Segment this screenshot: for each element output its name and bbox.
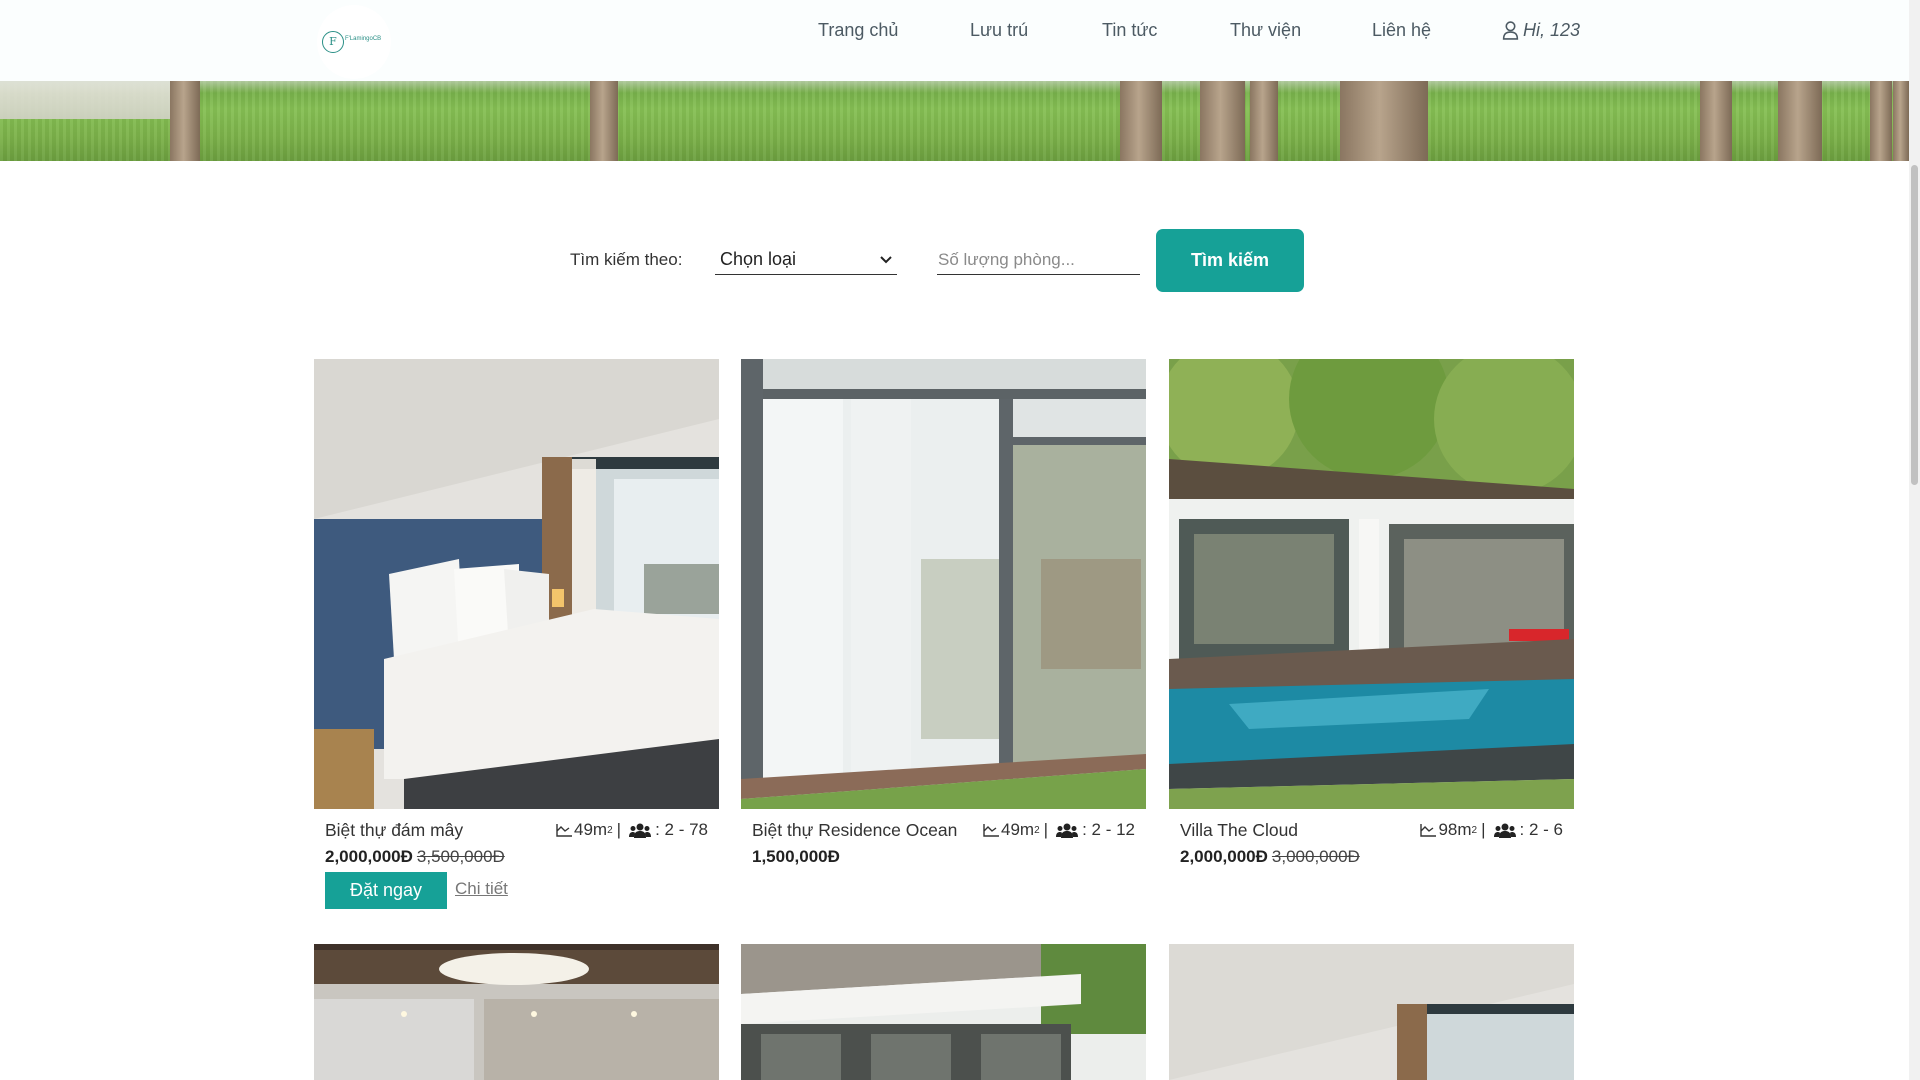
chevron-down-icon xyxy=(880,255,892,263)
room-card: Biệt thự Residence Ocean 49m 2 | : 2 - 12… xyxy=(741,359,1146,879)
guests-icon xyxy=(629,823,652,838)
user-greeting: Hi, 123 xyxy=(1523,20,1581,40)
current-price: 2,000,000Đ xyxy=(325,847,413,866)
current-price: 1,500,000Đ xyxy=(752,847,840,866)
room-area: 49m xyxy=(574,820,608,839)
nav-item-news[interactable]: Tin tức xyxy=(1102,20,1157,41)
area-unit-sup: 2 xyxy=(1471,824,1478,836)
old-price: 3,500,000Đ xyxy=(416,847,505,866)
site-header: F F'LamingoCB Trang chủ Lưu trú Tin tức … xyxy=(0,0,1909,81)
room-image-residence[interactable] xyxy=(741,359,1146,809)
hero-banner-image xyxy=(0,81,1909,161)
room-price: 2,000,000Đ 3,000,000Đ xyxy=(1180,847,1360,867)
room-meta: 49m 2 | : 2 - 78 xyxy=(556,820,708,840)
old-price: 3,000,000Đ xyxy=(1271,847,1360,866)
nav-item-home[interactable]: Trang chủ xyxy=(818,20,898,41)
room-image-bedroom-2[interactable] xyxy=(1169,944,1574,1080)
search-label: Tìm kiếm theo: xyxy=(570,250,683,269)
room-image-bedroom[interactable] xyxy=(314,359,719,809)
meta-separator: | xyxy=(1481,820,1486,839)
page-scrollbar[interactable] xyxy=(1909,0,1920,1080)
room-price: 1,500,000Đ xyxy=(752,847,840,867)
guests-icon xyxy=(1056,823,1079,838)
book-now-button[interactable]: Đặt ngay xyxy=(325,872,447,909)
main-nav: Trang chủ Lưu trú Tin tức Thư viện Liên … xyxy=(0,0,1909,64)
type-select[interactable]: Chọn loại xyxy=(715,245,897,275)
room-image-lobby[interactable] xyxy=(314,944,719,1080)
room-area: 98m xyxy=(1438,820,1472,839)
search-button[interactable]: Tìm kiếm xyxy=(1156,229,1304,292)
user-menu[interactable]: Hi, 123 xyxy=(1502,20,1580,41)
guests-icon xyxy=(1493,823,1516,838)
rooms-input[interactable] xyxy=(937,245,1140,275)
area-icon xyxy=(1420,824,1437,837)
room-name[interactable]: Biệt thự đám mây xyxy=(325,820,463,841)
room-card: Biệt thự đám mây 49m 2 | : 2 - 78 2,000,0… xyxy=(314,359,719,919)
room-meta: 98m 2 | : 2 - 6 xyxy=(1420,820,1563,840)
room-guests: : 2 - 12 xyxy=(1082,820,1135,839)
area-icon xyxy=(556,824,573,837)
room-image-exterior[interactable] xyxy=(741,944,1146,1080)
nav-item-contact[interactable]: Liên hệ xyxy=(1372,20,1431,41)
area-icon xyxy=(983,824,1000,837)
meta-separator: | xyxy=(1043,820,1049,839)
room-guests: : 2 - 6 xyxy=(1519,820,1563,839)
room-guests: : 2 - 78 xyxy=(655,820,708,839)
room-name[interactable]: Biệt thự Residence Ocean xyxy=(752,820,957,841)
current-price: 2,000,000Đ xyxy=(1180,847,1268,866)
user-icon xyxy=(1502,21,1519,40)
room-meta: 49m 2 | : 2 - 12 xyxy=(983,820,1135,840)
type-select-value: Chọn loại xyxy=(720,249,797,269)
room-area: 49m xyxy=(1001,820,1035,839)
room-name[interactable]: Villa The Cloud xyxy=(1180,820,1298,841)
room-image-villa[interactable] xyxy=(1169,359,1574,809)
scrollbar-thumb[interactable] xyxy=(1911,165,1918,485)
area-unit-sup: 2 xyxy=(1034,824,1040,836)
room-card: Villa The Cloud 98m 2 | : 2 - 6 2,000,000… xyxy=(1169,359,1574,879)
detail-link[interactable]: Chi tiết xyxy=(455,879,508,899)
area-unit-sup: 2 xyxy=(607,824,613,836)
nav-item-gallery[interactable]: Thư viện xyxy=(1230,20,1301,41)
room-price: 2,000,000Đ 3,500,000Đ xyxy=(325,847,505,867)
nav-item-stay[interactable]: Lưu trú xyxy=(970,20,1028,41)
meta-separator: | xyxy=(616,820,622,839)
